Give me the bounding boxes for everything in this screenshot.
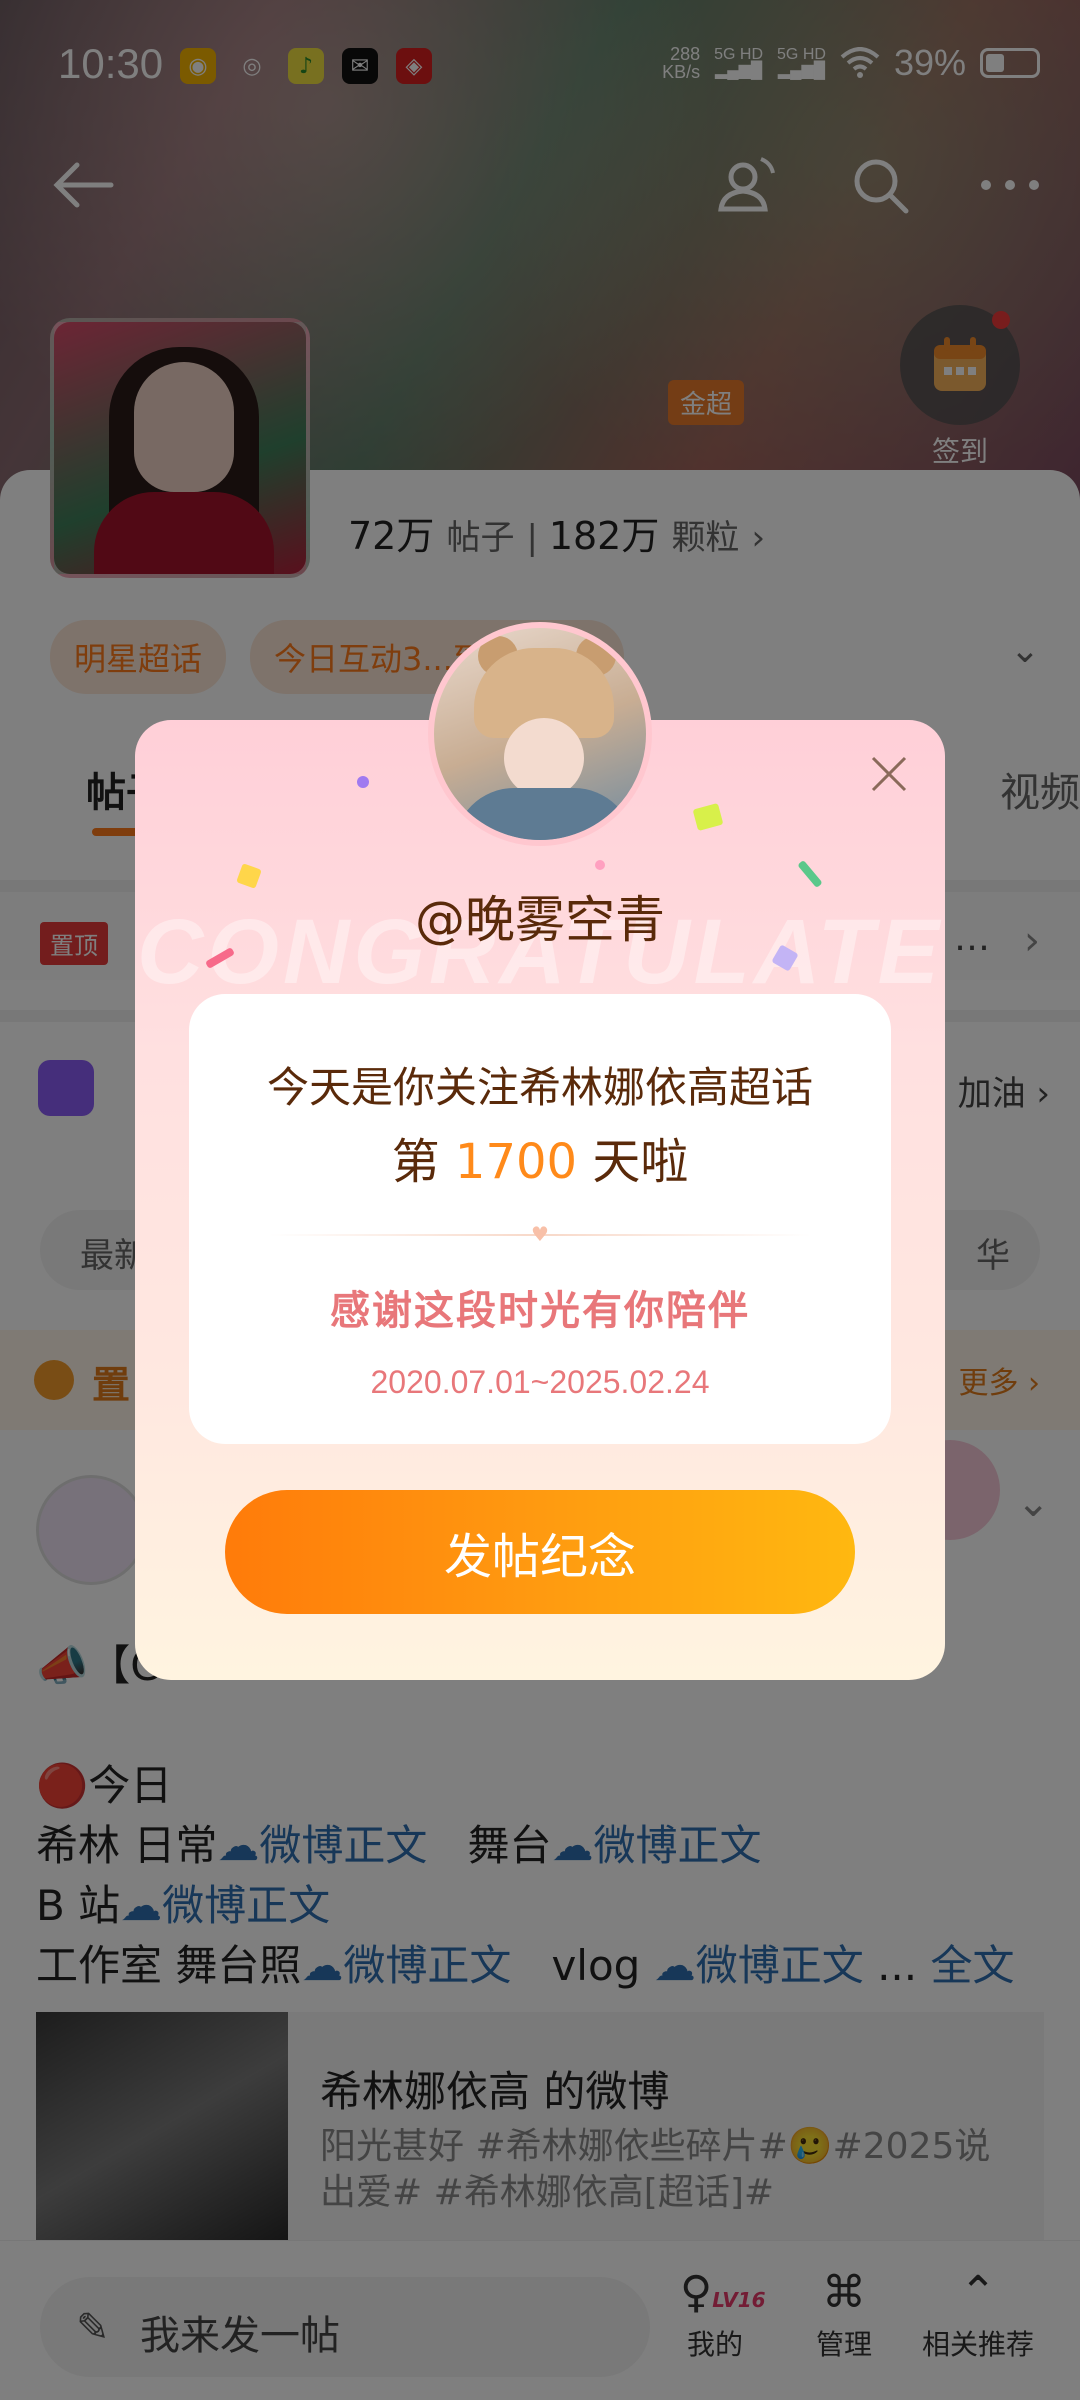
heart-icon: ♥ (531, 1222, 549, 1246)
confetti (692, 803, 724, 831)
thanks-message: 感谢这段时光有你陪伴 (330, 1288, 750, 1334)
user-handle: @晚雾空青 (415, 891, 665, 949)
anniversary-message-card: 今天是你关注希林娜依高超话 第 1700 天啦 ♥ 感谢这段时光有你陪伴 202… (189, 994, 891, 1444)
close-button[interactable] (859, 744, 919, 804)
days-count: 1700 (454, 1134, 578, 1190)
days-message: 第 1700 天啦 (391, 1134, 689, 1190)
user-avatar (428, 622, 652, 846)
post-commemorate-button[interactable]: 发帖纪念 (225, 1490, 855, 1614)
date-range: 2020.07.01~2025.02.24 (370, 1364, 710, 1400)
anniversary-modal: CONGRATULATE @晚雾空青 今天是你关注希林娜依高超话 第 1700 … (135, 720, 945, 1680)
follow-message: 今天是你关注希林娜依高超话 (266, 1063, 813, 1112)
confetti (357, 776, 369, 788)
close-icon (871, 756, 907, 792)
confetti (595, 860, 605, 870)
